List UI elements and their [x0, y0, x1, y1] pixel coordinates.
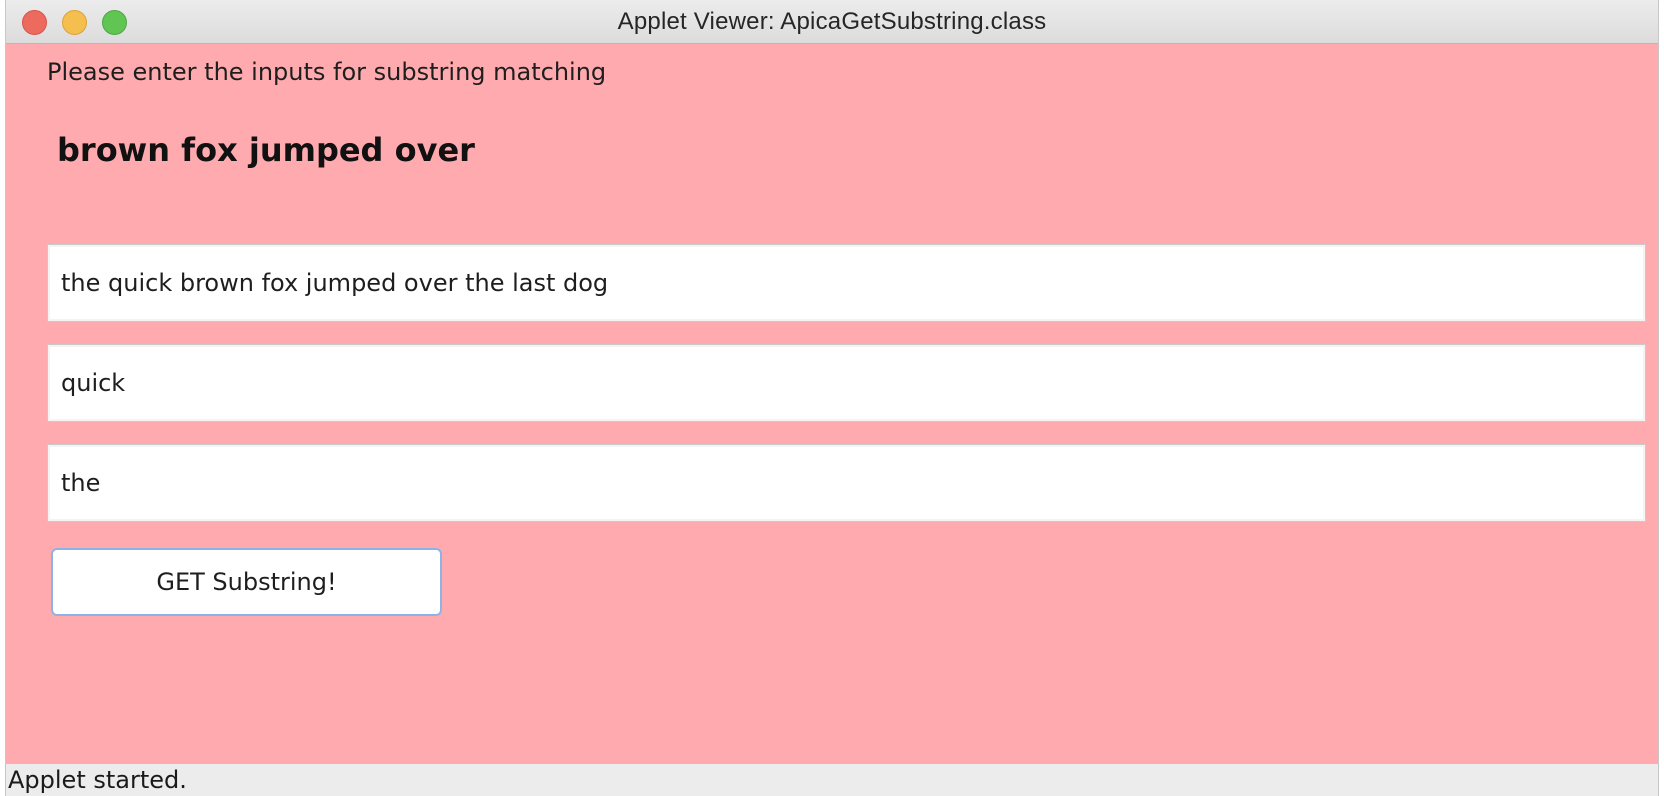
status-bar: Applet started.	[6, 764, 1658, 796]
end-word-field[interactable]	[47, 444, 1646, 522]
start-word-field[interactable]	[47, 344, 1646, 422]
get-substring-button[interactable]: GET Substring!	[51, 548, 442, 616]
applet-panel: Please enter the inputs for substring ma…	[6, 44, 1658, 764]
result-label: brown fox jumped over	[57, 131, 475, 169]
prompt-label: Please enter the inputs for substring ma…	[47, 58, 607, 86]
source-string-field[interactable]	[47, 244, 1646, 322]
applet-viewer-window: Applet Viewer: ApicaGetSubstring.class P…	[5, 0, 1659, 796]
window-title: Applet Viewer: ApicaGetSubstring.class	[617, 8, 1047, 35]
title-bar[interactable]: Applet Viewer: ApicaGetSubstring.class	[6, 0, 1658, 44]
